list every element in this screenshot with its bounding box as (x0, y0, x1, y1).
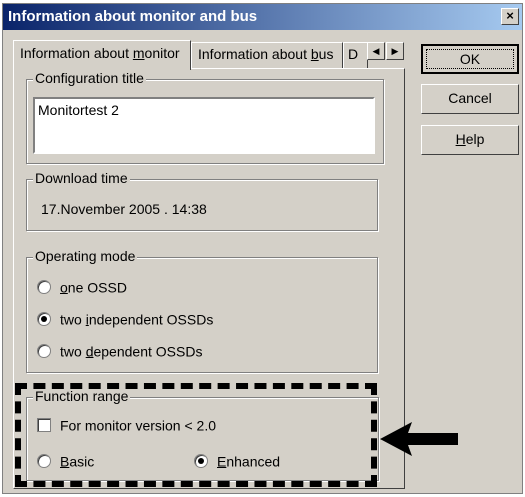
tab-d-label: D (348, 46, 359, 62)
radio-two-dependent-label: two dependent OSSDs (60, 343, 202, 359)
download-time-legend: Download time (33, 170, 130, 186)
configuration-title-legend: Configuration title (33, 70, 146, 86)
ok-button-label: OK (426, 49, 514, 69)
pointer-arrow-icon (380, 422, 458, 456)
tab-bus-label-post: us (318, 46, 334, 62)
tab-monitor-label-post: onitor (144, 45, 180, 61)
tab-bus-info[interactable]: Information about bus (191, 42, 343, 68)
radio-one-ossd-label: one OSSD (60, 279, 127, 295)
window-title: Information about monitor and bus (8, 8, 258, 25)
tab-monitor-mnemonic: m (132, 45, 145, 61)
close-button[interactable]: × (501, 8, 519, 25)
tab-scroll-left-button[interactable]: ◀ (367, 42, 385, 60)
label-pre: two (60, 343, 86, 360)
label-pre: two (60, 311, 86, 328)
operating-mode-legend: Operating mode (33, 248, 138, 264)
ok-button[interactable]: OK (421, 44, 519, 74)
tab-d-truncated[interactable]: D (343, 42, 368, 68)
download-time-value: 17.November 2005 . 14:38 (41, 201, 207, 217)
radio-two-dependent-ossds[interactable]: two dependent OSSDs (37, 342, 202, 362)
configuration-title-group: Configuration title Monitortest 2 (26, 70, 384, 164)
radio-button-selected-icon[interactable] (37, 312, 51, 327)
label-post: ependent OSSDs (93, 343, 203, 360)
radio-button-icon[interactable] (37, 344, 51, 359)
cancel-button[interactable]: Cancel (421, 84, 519, 114)
help-mnemonic: H (455, 131, 466, 147)
tab-monitor-info[interactable]: Information about monitor (13, 40, 191, 70)
title-bar[interactable]: Information about monitor and bus × (3, 4, 522, 30)
tab-scroll-right-button[interactable]: ▶ (386, 42, 404, 60)
label-post: ne OSSD (67, 279, 127, 296)
operating-mode-group: Operating mode one OSSD two independent … (26, 248, 378, 373)
radio-two-independent-ossds[interactable]: two independent OSSDs (37, 310, 213, 330)
label-post: ndependent OSSDs (88, 311, 214, 328)
help-button[interactable]: Help (421, 125, 519, 155)
function-range-highlight-frame (15, 383, 377, 487)
tab-bus-label-pre: Information about (198, 46, 311, 62)
configuration-title-input[interactable]: Monitortest 2 (33, 97, 375, 154)
radio-one-ossd[interactable]: one OSSD (37, 278, 127, 298)
download-time-group: Download time 17.November 2005 . 14:38 (26, 170, 378, 231)
tab-bus-mnemonic: b (310, 46, 319, 62)
radio-two-independent-label: two independent OSSDs (60, 311, 213, 327)
label-mnemonic: o (60, 279, 68, 296)
help-label-post: elp (465, 131, 485, 147)
tab-monitor-label-pre: Information about (20, 45, 133, 61)
radio-button-icon[interactable] (37, 280, 51, 295)
